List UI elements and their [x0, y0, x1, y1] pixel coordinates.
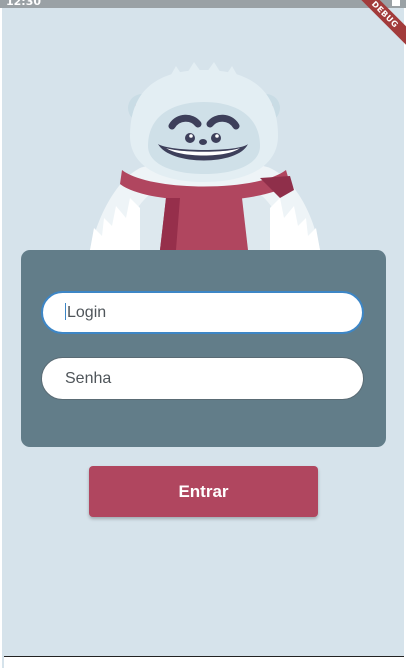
yeti-mascot-illustration: [90, 62, 320, 250]
battery-icon: [392, 0, 400, 6]
submit-button[interactable]: Entrar: [89, 466, 318, 517]
mascot-face: [148, 102, 260, 174]
password-input[interactable]: Senha: [41, 357, 364, 400]
mascot-eye-right-shine: [215, 134, 219, 138]
left-frame-edge: [0, 0, 2, 668]
debug-banner: DEBUG: [346, 0, 406, 60]
mascot-eye-left: [185, 133, 195, 143]
mascot-eye-left-shine: [189, 134, 193, 138]
text-cursor: [65, 303, 66, 320]
login-card: Login Senha: [21, 250, 386, 447]
mascot-nose: [199, 139, 207, 145]
login-placeholder: Login: [67, 304, 107, 321]
password-placeholder: Senha: [65, 370, 112, 387]
login-input[interactable]: Login: [41, 291, 364, 334]
mascot-eye-right: [211, 133, 221, 143]
status-bar: 12:30: [0, 0, 406, 8]
status-time: 12:30: [6, 0, 42, 8]
bottom-strip: [4, 657, 404, 668]
